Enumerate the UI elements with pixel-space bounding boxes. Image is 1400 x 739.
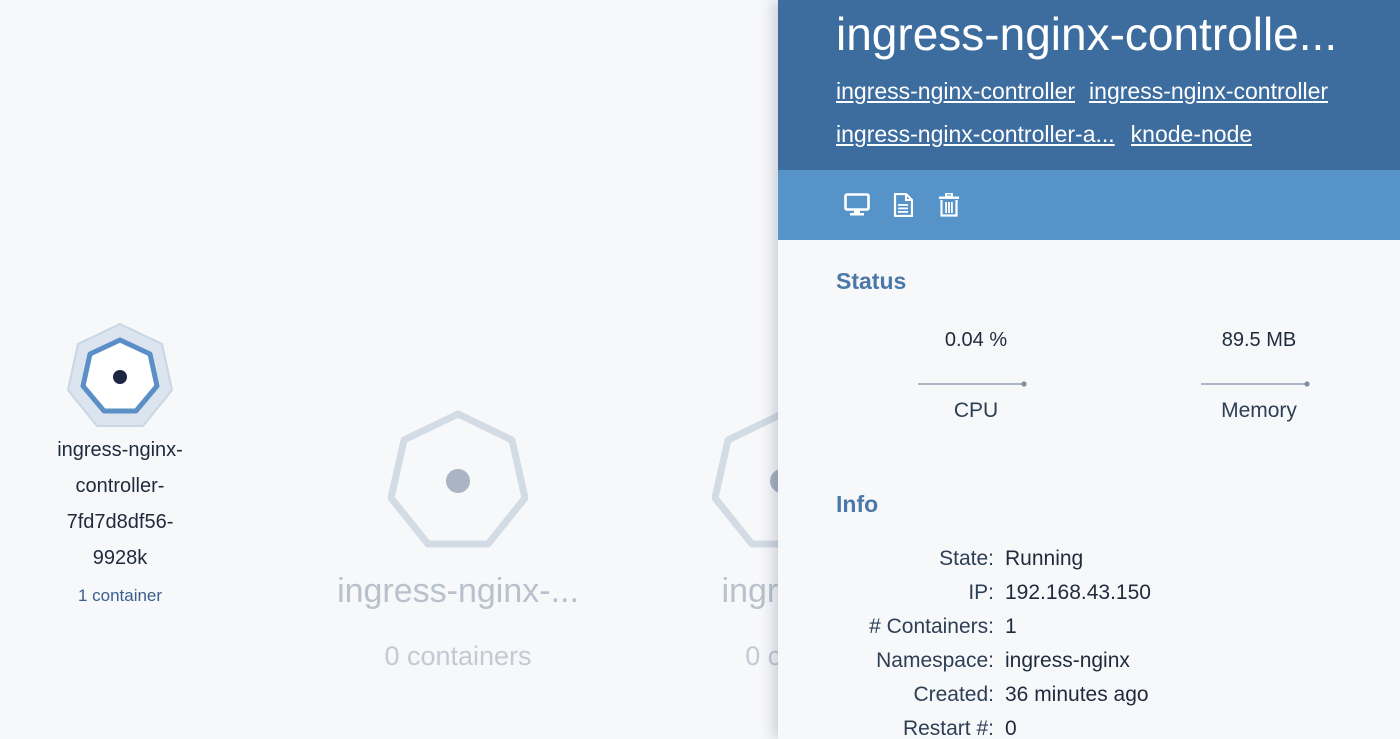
service-account-link[interactable]: ingress-nginx-controller-a... (836, 119, 1115, 149)
cpu-label: CPU (953, 399, 999, 422)
panel-header: ingress-nginx-controlle... ingress-nginx… (778, 0, 1400, 170)
info-value: 36 minutes ago (1005, 683, 1149, 706)
info-value: ingress-nginx (1005, 649, 1130, 672)
info-value: 1 (1005, 615, 1017, 638)
panel-toolbar (778, 170, 1400, 240)
trash-icon (939, 193, 959, 217)
memory-value: 89.5 MB (1221, 329, 1297, 351)
pod-name: ingress-nginx- controller- 7fd7d8df56- 9… (57, 439, 183, 569)
container-count: 0 containers (384, 641, 532, 671)
delete-button[interactable] (934, 190, 964, 220)
info-table: State: Running IP: 192.168.43.150 # Cont… (836, 542, 1400, 739)
info-row-restarts: Restart #: 0 (836, 712, 1400, 739)
info-key: IP: (968, 581, 994, 604)
info-row-state: State: Running (836, 542, 1400, 576)
container-count: 1 container (77, 586, 163, 605)
info-key: # Containers: (869, 615, 994, 638)
deployment-link[interactable]: ingress-nginx-controller (836, 76, 1075, 106)
node-link[interactable]: knode-node (1131, 119, 1253, 149)
info-section-title: Info (836, 491, 879, 517)
memory-label: Memory (1221, 399, 1297, 422)
info-row-ip: IP: 192.168.43.150 (836, 576, 1400, 610)
memory-metric: 89.5 MB Memory (1189, 329, 1329, 423)
pod-icon (388, 410, 528, 548)
cpu-value: 0.04 % (944, 329, 1008, 351)
replicaset-link[interactable]: ingress-nginx-controller (1089, 76, 1328, 106)
logs-button[interactable] (888, 190, 918, 220)
info-row-namespace: Namespace: ingress-nginx (836, 644, 1400, 678)
info-key: Created: (913, 683, 994, 706)
document-icon (893, 193, 913, 217)
info-key: Restart #: (902, 717, 994, 739)
panel-body: Status 0.04 % CPU 89.5 MB Memory Info St… (778, 240, 1400, 739)
pod-node[interactable]: ingress-nginx-... 0 containers (318, 410, 598, 672)
info-row-created: Created: 36 minutes ago (836, 678, 1400, 712)
cpu-metric: 0.04 % CPU (906, 329, 1046, 423)
info-key: Namespace: (876, 649, 994, 672)
status-metrics: 0.04 % CPU 89.5 MB Memory (836, 295, 1400, 475)
pod-name: ingress-nginx-... (337, 572, 579, 610)
pod-detail-panel: ingress-nginx-controlle... ingress-nginx… (778, 0, 1400, 739)
info-key: State: (939, 547, 994, 570)
pod-node-selected[interactable]: ingress-nginx- controller- 7fd7d8df56- 9… (40, 322, 200, 606)
info-value: 0 (1005, 717, 1017, 739)
shell-button[interactable] (842, 190, 872, 220)
panel-title: ingress-nginx-controlle... (836, 8, 1338, 60)
relations-row: ingress-nginx-controller-a... knode-node (836, 119, 1400, 149)
info-value: 192.168.43.150 (1005, 581, 1151, 604)
cpu-sparkline (906, 373, 1046, 391)
memory-sparkline (1189, 373, 1329, 391)
monitor-icon (844, 193, 870, 216)
status-section-title: Status (836, 268, 907, 294)
info-value: Running (1005, 547, 1084, 570)
relations-row: ingress-nginx-controller ingress-nginx-c… (836, 76, 1400, 106)
info-row-containers: # Containers: 1 (836, 610, 1400, 644)
pod-icon (66, 322, 174, 427)
